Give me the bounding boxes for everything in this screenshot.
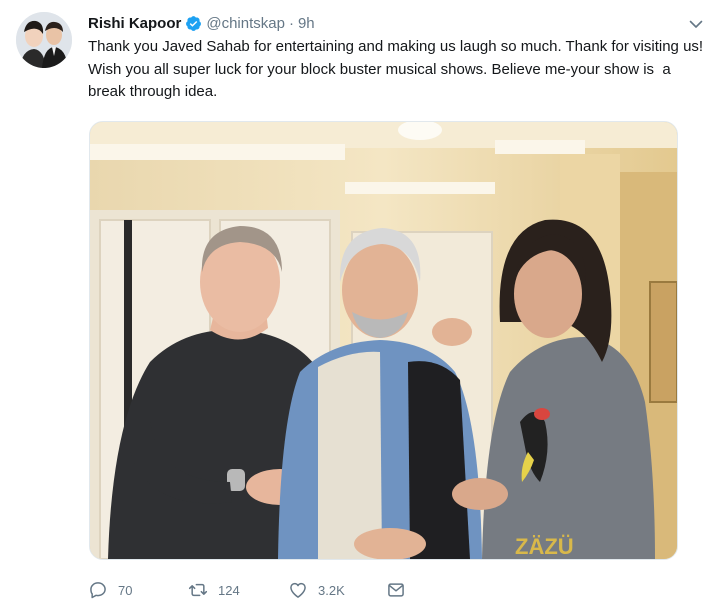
like-count: 3.2K xyxy=(318,582,345,598)
tweet-photo[interactable]: ZÄZÜ xyxy=(89,121,678,560)
user-handle[interactable]: @chintskap xyxy=(206,15,285,32)
heart-icon xyxy=(290,582,306,598)
tweet-actions: 70 124 3.2K xyxy=(88,576,406,604)
direct-message-button[interactable] xyxy=(386,580,406,600)
reply-icon xyxy=(90,582,106,599)
retweet-icon xyxy=(188,583,208,597)
verified-badge-icon xyxy=(186,15,202,31)
reply-button[interactable]: 70 xyxy=(88,580,188,600)
separator-dot: · xyxy=(288,14,294,32)
like-button[interactable]: 3.2K xyxy=(288,580,386,600)
timestamp[interactable]: 9h xyxy=(298,15,315,32)
photo-image: ZÄZÜ xyxy=(90,122,677,559)
tweet-card[interactable]: Rishi Kapoor @chintskap · 9h Thank you J… xyxy=(0,0,720,610)
tweet-header: Rishi Kapoor @chintskap · 9h xyxy=(88,12,315,34)
avatar[interactable] xyxy=(16,12,72,68)
display-name[interactable]: Rishi Kapoor xyxy=(88,15,181,32)
envelope-icon xyxy=(388,583,404,597)
tweet-text: Thank you Javed Sahab for entertaining a… xyxy=(88,38,708,100)
retweet-button[interactable]: 124 xyxy=(188,580,288,600)
avatar-image xyxy=(16,12,72,68)
chevron-down-icon[interactable] xyxy=(688,16,704,32)
sweater-text: ZÄZÜ xyxy=(515,534,574,559)
retweet-count: 124 xyxy=(218,582,240,598)
reply-count: 70 xyxy=(118,582,133,598)
